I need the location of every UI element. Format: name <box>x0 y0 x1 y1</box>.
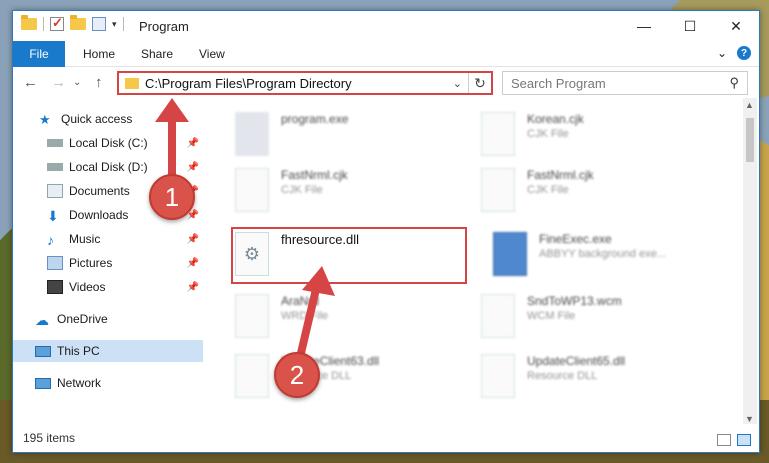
arrow-2-head <box>302 266 335 296</box>
annotation-arrows <box>155 98 335 374</box>
callout-badge-1: 1 <box>149 174 195 220</box>
callout-badge-2: 2 <box>274 352 320 398</box>
arrow-1-head <box>155 98 189 122</box>
